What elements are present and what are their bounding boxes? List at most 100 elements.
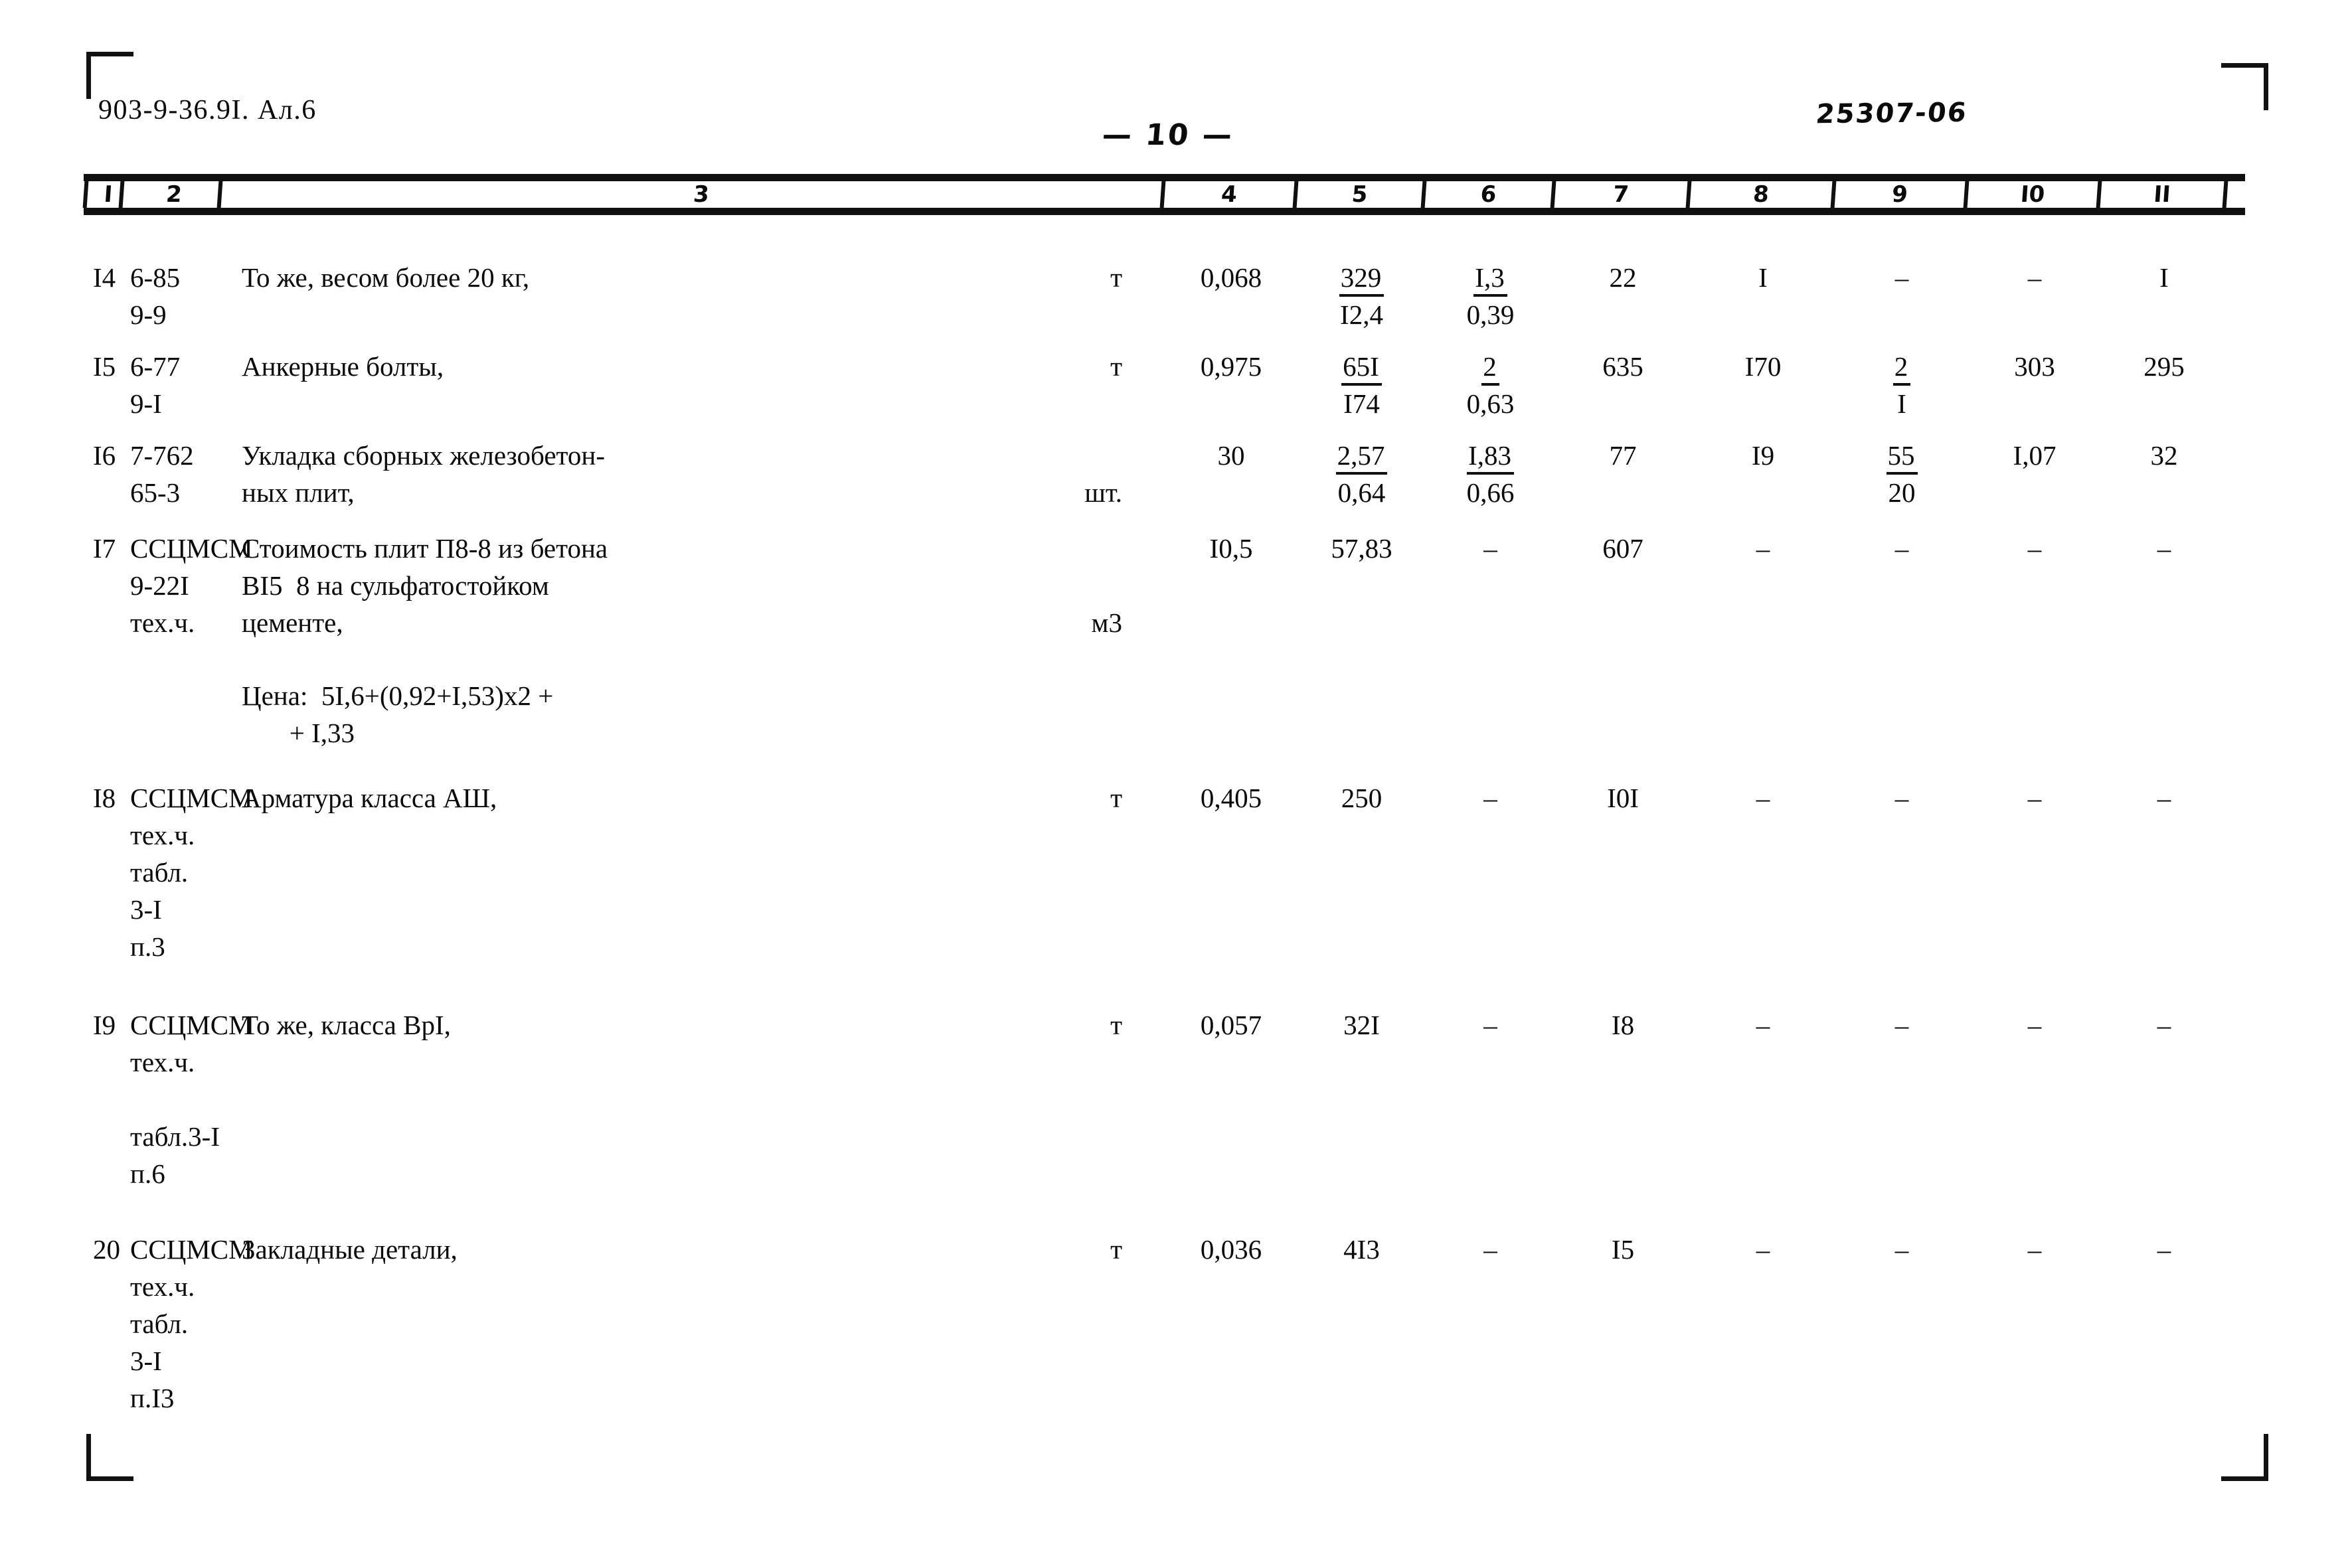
labor-cell-numerator: I,83 [1426,437,1555,475]
labor-cell: – [1426,1006,1555,1044]
labor-cell-numerator: – [1483,1234,1497,1265]
column11-cell: – [2157,783,2171,813]
unit-cost-cell-denominator: I2,4 [1340,299,1383,330]
column11-cell: – [2157,1010,2171,1040]
description-cell: То же, весом более 20 кг, т [222,259,1165,296]
description-cell: То же, класса ВрI, т [222,1006,1165,1044]
column11-cell: – [2157,1234,2171,1265]
unit-cost-cell-numerator: 329 [1298,259,1426,297]
labor-cell-numerator: – [1483,533,1497,564]
norm-code-cell: ССЦМСМ тех.ч. табл. 3-I п.3 [130,783,253,962]
labor-cell-numerator: 2 [1426,348,1555,386]
column10-cell: – [2027,783,2042,813]
quantity-cell: 0,036 [1200,1234,1262,1265]
unit-cost-cell-numerator: 2,57 [1298,437,1426,475]
column11-cell: 295 [2143,351,2185,382]
unit-of-measure: т [1110,262,1122,293]
table-row: 20 ССЦМСМ тех.ч. табл. 3-I п.I3 Закладные … [84,1231,2245,1417]
column9-cell-numerator: 55 [1835,437,1968,475]
total-cost-cell: 635 [1602,351,1643,382]
column-header-11: II [2100,181,2228,208]
column9-cell: – [1835,259,1968,296]
table-row: I7 ССЦМСМ 9-22I тех.ч. Стоимость плит П8-8… [84,530,2245,751]
column8-cell: – [1756,1234,1770,1265]
quantity-cell: 30 [1217,440,1245,471]
unit-of-measure: т [1110,351,1122,382]
description-cell: Укладка сборных железобетон- ных плит, шт… [222,437,1165,511]
column8-cell: I9 [1751,440,1775,471]
unit-cost-cell: 65I I74 [1298,348,1426,422]
total-cost-cell: I5 [1611,1234,1635,1265]
unit-of-measure: т [1110,1010,1122,1040]
labor-cell: I,3 0,39 [1426,259,1555,333]
row-number-cell: I7 [93,533,116,564]
labor-cell-denominator: 0,66 [1466,477,1515,508]
unit-cost-cell-numerator: 57,83 [1331,533,1392,564]
unit-cost-cell: 2,57 0,64 [1298,437,1426,511]
column10-cell: – [2027,262,2042,293]
quantity-cell: 0,975 [1200,351,1262,382]
column10-cell: I,07 [2013,440,2057,471]
description-text: То же, класса ВрI, [242,1010,451,1040]
column9-cell-numerator: – [1894,1234,1909,1265]
unit-cost-cell: 4I3 [1298,1231,1426,1268]
unit-cost-cell-numerator: 32I [1343,1010,1380,1040]
column10-cell: 303 [2014,351,2055,382]
unit-cost-cell-numerator: 250 [1341,783,1383,813]
row-number-cell: 20 [93,1234,120,1265]
unit-cost-cell-denominator: I74 [1343,388,1380,419]
labor-cell: I,83 0,66 [1426,437,1555,511]
description-cell: Арматура класса АШ, т [222,779,1165,817]
table-column-header-row: I 2 3 4 5 6 7 8 9 I0 II [82,174,2245,215]
column9-cell-numerator: 2 [1835,348,1968,386]
column9-cell: – [1835,779,1968,817]
description-cell: Анкерные болты, т [222,348,1165,385]
row-number-cell: I4 [93,262,116,293]
column10-cell: – [2027,1234,2042,1265]
description-text: Закладные детали, [242,1234,458,1265]
labor-cell-numerator: – [1483,783,1497,813]
column-header-8: 8 [1689,181,1837,208]
table-row: I8 ССЦМСМ тех.ч. табл. 3-I п.3 Арматура кл… [84,779,2245,965]
unit-of-measure: м3 [1091,607,1122,638]
description-text: Анкерные болты, [242,351,444,382]
labor-cell-denominator: 0,63 [1466,388,1515,419]
column9-cell: – [1835,1231,1968,1268]
column11-cell: 32 [2150,440,2178,471]
column8-cell: I [1758,262,1768,293]
corner-mark-bottom-left [86,1434,133,1481]
description-cell: Стоимость плит П8-8 из бетона ВI5 8 на с… [222,530,1165,751]
column10-cell: – [2027,1010,2042,1040]
quantity-cell: I0,5 [1209,533,1253,564]
quantity-cell: 0,057 [1200,1010,1262,1040]
unit-cost-cell: 57,83 [1298,530,1426,567]
column9-cell: – [1835,530,1968,567]
row-number-cell: I6 [93,440,116,471]
document-code: 903-9-36.9I. Ал.6 [98,95,317,125]
page-number: — 10 — [1100,118,1236,152]
quantity-cell: 0,068 [1200,262,1262,293]
column8-cell: – [1756,1010,1770,1040]
table-row: I5 6-77 9-I Анкерные болты, т 0,975 65I I74 2 0,… [84,348,2245,422]
labor-cell: – [1426,530,1555,567]
unit-of-measure: шт. [1084,477,1122,508]
column-header-5: 5 [1296,181,1427,208]
column9-cell: 55 20 [1835,437,1968,511]
corner-mark-top-left [86,52,133,99]
total-cost-cell: 607 [1602,533,1643,564]
labor-cell: – [1426,1231,1555,1268]
total-cost-cell: I0I [1607,783,1639,813]
column-header-6: 6 [1424,181,1556,208]
column-header-7: 7 [1554,181,1692,208]
column-header-3: 3 [220,181,1166,208]
table-row: I4 6-85 9-9 То же, весом более 20 кг, т 0,06… [84,259,2245,333]
column9-cell-denominator: I [1897,388,1906,419]
estimate-table-body: I4 6-85 9-9 То же, весом более 20 кг, т 0,06… [84,219,2245,1417]
price-formula-note: Цена: 5I,6+(0,92+I,53)х2 + + I,33 [242,680,554,748]
row-number-cell: I9 [93,1010,116,1040]
column-header-1: I [82,181,125,208]
column-header-4: 4 [1163,181,1299,208]
archive-stamp-code: 25307-06 [1814,97,1969,130]
column8-cell: I70 [1744,351,1782,382]
norm-code-cell: ССЦМСМ тех.ч. табл. 3-I п.I3 [130,1234,253,1413]
